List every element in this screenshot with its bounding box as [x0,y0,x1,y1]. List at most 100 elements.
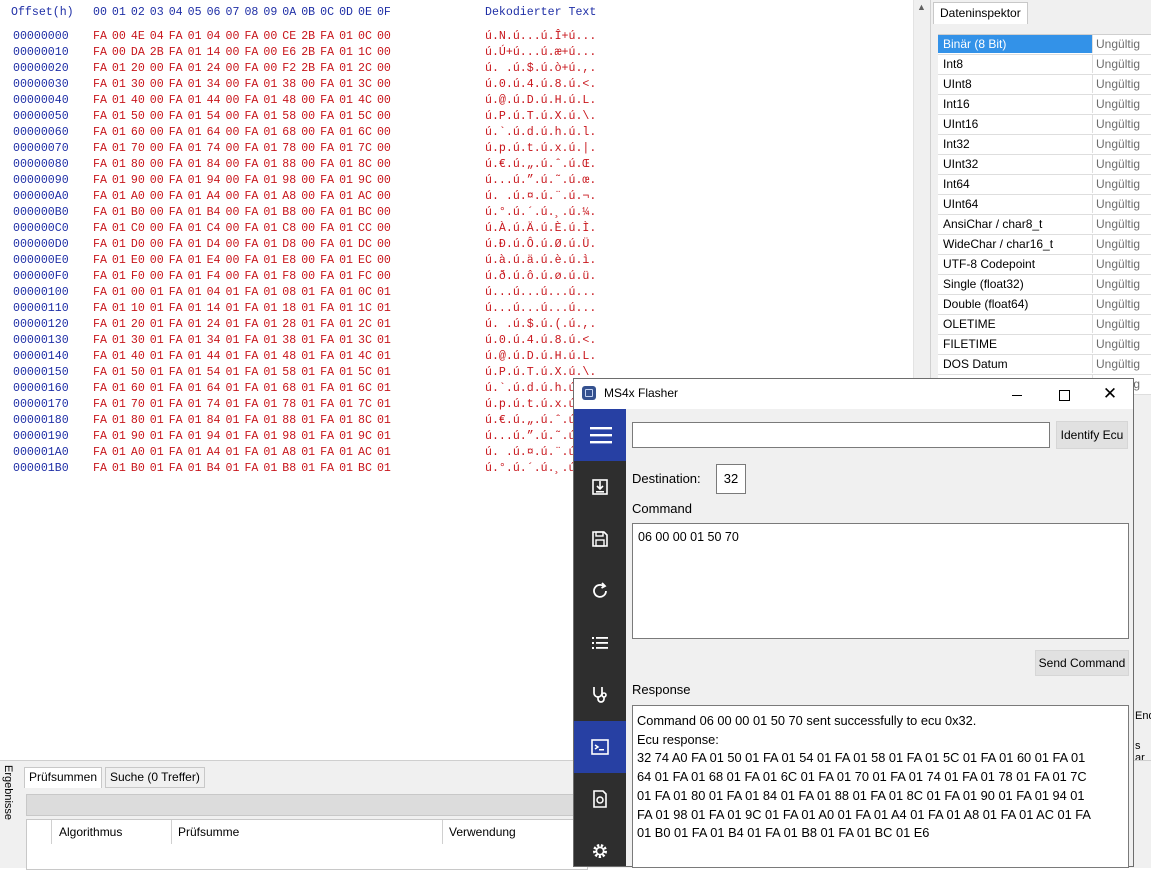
hex-byte[interactable]: 00 [377,46,391,59]
hex-byte[interactable]: 01 [339,350,353,363]
hex-byte[interactable]: 01 [263,366,277,379]
hex-byte[interactable]: 34 [207,334,221,347]
hex-byte[interactable]: 28 [282,318,296,331]
hex-byte[interactable]: 44 [207,94,221,107]
hex-byte[interactable]: DC [358,238,372,251]
decoded-text[interactable]: ú.0.ú.4.ú.8.ú.<. [485,334,596,347]
hex-byte[interactable]: 01 [301,286,315,299]
hex-byte[interactable]: 74 [207,398,221,411]
hex-byte[interactable]: 01 [188,462,202,475]
hex-byte[interactable]: 70 [131,142,145,155]
hex-byte[interactable]: 88 [282,158,296,171]
hex-byte[interactable]: FA [320,78,334,91]
hex-byte[interactable]: FA [320,222,334,235]
hex-byte[interactable]: 2B [301,46,315,59]
hex-byte[interactable]: 00 [301,238,315,251]
inspector-value[interactable]: Ungültig [1096,275,1140,293]
hex-byte[interactable]: 00 [301,158,315,171]
hex-byte[interactable]: 01 [263,158,277,171]
hex-byte[interactable]: 01 [377,302,391,315]
hex-byte[interactable]: 01 [339,286,353,299]
hex-byte[interactable]: FA [244,62,258,75]
hex-byte[interactable]: FA [244,254,258,267]
hex-byte[interactable]: 01 [112,382,126,395]
hex-byte[interactable]: 01 [263,334,277,347]
hex-byte[interactable]: FA [320,398,334,411]
hex-byte[interactable]: C4 [207,222,221,235]
hex-byte[interactable]: CC [358,222,372,235]
hex-byte[interactable]: FA [93,110,107,123]
hex-byte[interactable]: 50 [131,366,145,379]
hex-byte[interactable]: 01 [377,398,391,411]
decoded-text[interactable]: ú. .ú.$.ú.ò+ú.,. [485,62,596,75]
hex-byte[interactable]: FA [93,30,107,43]
hex-byte[interactable]: FA [244,286,258,299]
hex-byte[interactable]: 00 [301,270,315,283]
hex-byte[interactable]: 01 [263,430,277,443]
results-side-label[interactable]: Ergebnisse [0,765,14,865]
hex-byte[interactable]: 01 [112,62,126,75]
hex-byte[interactable]: FA [93,382,107,395]
hex-byte[interactable]: 00 [226,78,240,91]
hex-byte[interactable]: FA [320,158,334,171]
hex-byte[interactable]: FA [169,238,183,251]
hex-byte[interactable]: 00 [377,62,391,75]
hex-byte[interactable]: FA [93,334,107,347]
hex-byte[interactable]: 01 [188,286,202,299]
hex-byte[interactable]: 84 [207,414,221,427]
hex-byte[interactable]: 01 [377,366,391,379]
hex-byte[interactable]: 01 [112,158,126,171]
hex-byte[interactable]: 94 [207,174,221,187]
hex-byte[interactable]: FA [320,254,334,267]
scroll-up-icon[interactable]: ▲ [917,2,926,12]
hex-byte[interactable]: 48 [282,94,296,107]
inspector-value[interactable]: Ungültig [1096,75,1140,93]
hex-byte[interactable]: 70 [131,398,145,411]
inspector-row[interactable]: Int8 Ungültig [938,55,1151,75]
close-button[interactable]: ✕ [1087,379,1133,409]
hex-byte[interactable]: 00 [226,142,240,155]
hex-byte[interactable]: 6C [358,126,372,139]
hex-byte[interactable]: FA [320,366,334,379]
hex-byte[interactable]: 01 [188,350,202,363]
hex-byte[interactable]: FA [169,46,183,59]
inspector-row[interactable]: DOS Datum Ungültig [938,355,1151,375]
hex-byte[interactable]: 00 [150,222,164,235]
hex-byte[interactable]: F2 [282,62,296,75]
hex-byte[interactable]: B8 [282,462,296,475]
nav-write-button[interactable] [574,513,626,565]
hex-byte[interactable]: 00 [377,254,391,267]
hex-byte[interactable]: 01 [263,142,277,155]
hex-byte[interactable]: FA [320,430,334,443]
hex-byte[interactable]: 64 [207,382,221,395]
hex-byte[interactable]: 01 [339,334,353,347]
hex-byte[interactable]: 64 [207,126,221,139]
hex-byte[interactable]: 00 [226,238,240,251]
hex-byte[interactable]: FA [169,366,183,379]
hex-byte[interactable]: 01 [188,446,202,459]
hex-byte[interactable]: 90 [131,174,145,187]
hex-byte[interactable]: 01 [112,366,126,379]
hex-byte[interactable]: FA [93,254,107,267]
hex-byte[interactable]: 01 [263,126,277,139]
hex-byte[interactable]: 01 [150,366,164,379]
hex-byte[interactable]: FA [93,190,107,203]
inspector-value[interactable]: Ungültig [1096,155,1140,173]
hex-byte[interactable]: 00 [377,94,391,107]
hex-byte[interactable]: 01 [339,430,353,443]
hex-byte[interactable]: 00 [150,254,164,267]
hex-byte[interactable]: FA [244,382,258,395]
nav-read-button[interactable] [574,461,626,513]
decoded-text[interactable]: ú.à.ú.ä.ú.è.ú.ì. [485,254,596,267]
hex-byte[interactable]: 5C [358,110,372,123]
hex-byte[interactable]: 01 [188,334,202,347]
hex-byte[interactable]: FA [169,190,183,203]
hex-byte[interactable]: 01 [339,110,353,123]
hex-byte[interactable]: B4 [207,462,221,475]
hex-byte[interactable]: 01 [188,174,202,187]
command-input[interactable]: 06 00 00 01 50 70 [632,523,1129,639]
hex-byte[interactable]: FA [244,174,258,187]
hex-byte[interactable]: FA [169,350,183,363]
hex-byte[interactable]: 38 [282,78,296,91]
inspector-row[interactable]: Double (float64) Ungültig [938,295,1151,315]
